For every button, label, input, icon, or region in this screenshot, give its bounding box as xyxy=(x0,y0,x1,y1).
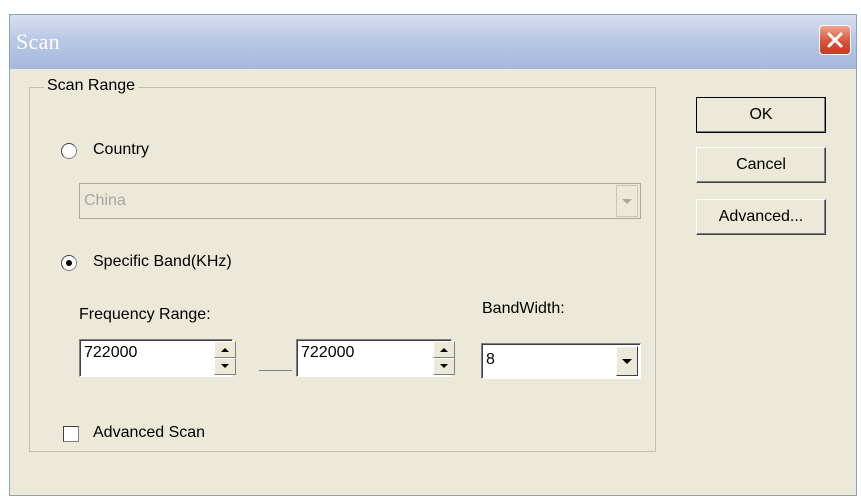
scan-range-legend: Scan Range xyxy=(44,77,139,95)
specific-band-radio[interactable] xyxy=(61,255,77,271)
specific-band-radio-label[interactable]: Specific Band(KHz) xyxy=(93,253,232,271)
arrow-down-icon xyxy=(221,364,229,368)
close-icon xyxy=(827,32,843,48)
chevron-down-icon xyxy=(622,199,632,204)
ok-button[interactable]: OK xyxy=(696,97,826,133)
country-select-value: China xyxy=(84,192,126,209)
advanced-button[interactable]: Advanced... xyxy=(696,199,826,235)
bandwidth-label: BandWidth: xyxy=(482,300,565,317)
frequency-to-up-button[interactable] xyxy=(433,341,455,358)
frequency-from-down-button[interactable] xyxy=(214,358,236,375)
arrow-up-icon xyxy=(440,348,448,352)
country-select[interactable]: China xyxy=(79,183,641,219)
frequency-to-spinner[interactable] xyxy=(433,341,455,375)
window-title: Scan xyxy=(16,29,60,54)
frequency-to-down-button[interactable] xyxy=(433,358,455,375)
country-radio-label[interactable]: Country xyxy=(93,141,149,159)
cancel-button[interactable]: Cancel xyxy=(696,147,826,183)
frequency-from-value: 722000 xyxy=(84,344,138,361)
frequency-from-spinner[interactable] xyxy=(214,341,236,375)
bandwidth-value: 8 xyxy=(486,351,495,368)
frequency-from-up-button[interactable] xyxy=(214,341,236,358)
bandwidth-select[interactable]: 8 xyxy=(481,343,641,379)
bandwidth-dropdown-button[interactable] xyxy=(616,346,638,376)
title-bar[interactable]: Scan xyxy=(10,15,856,69)
arrow-down-icon xyxy=(440,364,448,368)
frequency-range-label: Frequency Range: xyxy=(79,306,211,323)
country-radio[interactable] xyxy=(61,143,77,159)
range-separator xyxy=(259,370,292,371)
chevron-down-icon xyxy=(622,359,632,364)
country-dropdown-button[interactable] xyxy=(616,185,638,217)
advanced-scan-checkbox[interactable] xyxy=(63,426,79,442)
frequency-to-value: 722000 xyxy=(301,344,355,361)
close-button[interactable] xyxy=(819,25,851,55)
frequency-from-input[interactable]: 722000 xyxy=(79,339,233,377)
frequency-to-input[interactable]: 722000 xyxy=(296,339,452,377)
advanced-scan-label[interactable]: Advanced Scan xyxy=(93,424,205,442)
arrow-up-icon xyxy=(221,348,229,352)
